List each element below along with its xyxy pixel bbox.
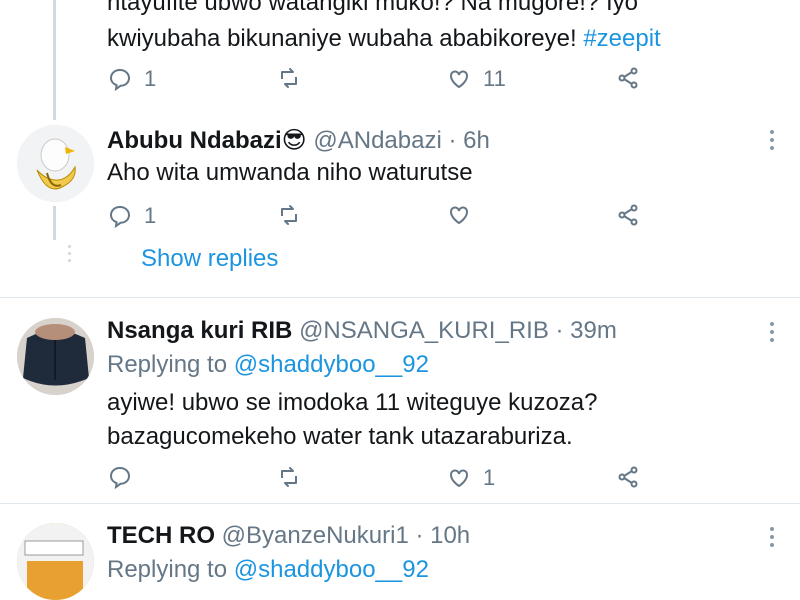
tweet-text: Aho wita umwanda niho waturutse	[107, 159, 473, 186]
share-icon	[618, 67, 638, 89]
like-count: 11	[483, 66, 506, 91]
tweet-divider	[0, 297, 800, 298]
tweet-text-line: ntayufite ubwo watangiki muko!? Na mugor…	[107, 0, 638, 16]
reply-icon	[109, 68, 131, 91]
retweet-icon	[281, 68, 297, 88]
retweet-icon	[281, 467, 297, 487]
avatar[interactable]	[17, 125, 94, 202]
thread-line-top	[53, 0, 56, 120]
tweet-header: TECH RO @ByanzeNukuri1 · 10h	[107, 519, 470, 553]
tweet-header: Abubu Ndabazi😎 @ANdabazi · 6h	[107, 124, 490, 158]
like-button[interactable]: 1	[447, 465, 495, 491]
tweet-text-line: kwiyubaha bikunaniye wubaha ababikoreye!…	[107, 22, 661, 56]
like-button[interactable]	[447, 203, 471, 227]
retweet-icon	[281, 205, 297, 225]
share-button[interactable]	[616, 66, 640, 90]
product-avatar-icon	[17, 523, 94, 600]
person-avatar-icon	[17, 318, 94, 395]
like-button[interactable]: 11	[447, 66, 506, 92]
emoji: 😎	[281, 127, 307, 154]
tweet-text-line: ayiwe! ubwo se imodoka 11 witeguye kuzoz…	[107, 389, 598, 416]
tweet-text: kwiyubaha bikunaniye wubaha ababikoreye!	[107, 25, 584, 52]
reply-button[interactable]	[108, 465, 132, 489]
show-replies-link[interactable]: Show replies	[141, 245, 278, 273]
share-icon	[618, 204, 638, 226]
tweet-header: Nsanga kuri RIB @NSANGA_KURI_RIB · 39m	[107, 314, 617, 348]
heart-icon	[450, 206, 468, 225]
author-name[interactable]: Abubu Ndabazi	[107, 127, 282, 154]
retweet-button[interactable]	[277, 203, 301, 227]
replying-label: Replying to	[107, 556, 234, 583]
reply-button[interactable]: 1	[108, 66, 156, 92]
retweet-button[interactable]	[277, 465, 301, 489]
more-options-button[interactable]	[770, 322, 776, 346]
more-options-button[interactable]	[770, 527, 776, 551]
heart-icon	[450, 70, 468, 89]
share-button[interactable]	[616, 203, 640, 227]
retweet-button[interactable]	[277, 66, 301, 90]
mention-link[interactable]: @shaddyboo__92	[234, 351, 429, 378]
author-handle[interactable]: @ByanzeNukuri1 · 10h	[222, 522, 470, 549]
thread-dots	[68, 245, 71, 266]
banana-duck-avatar-icon	[17, 125, 94, 202]
heart-icon	[450, 469, 468, 488]
thread-line-mid	[53, 206, 56, 240]
author-name[interactable]: Nsanga kuri RIB	[107, 317, 292, 344]
more-options-button[interactable]	[770, 130, 776, 154]
reply-button[interactable]: 1	[108, 203, 156, 229]
reply-count: 1	[144, 203, 157, 228]
reply-count: 1	[144, 66, 157, 91]
like-count: 1	[483, 465, 496, 490]
reply-icon	[109, 205, 131, 228]
share-button[interactable]	[616, 465, 640, 489]
author-handle[interactable]: @ANdabazi · 6h	[313, 127, 489, 154]
hashtag-link[interactable]: #zeepit	[583, 25, 660, 52]
author-name[interactable]: TECH RO	[107, 522, 215, 549]
replying-to: Replying to @shaddyboo__92	[107, 553, 429, 587]
tweet-divider	[0, 503, 800, 504]
reply-icon	[109, 466, 131, 489]
avatar[interactable]	[17, 523, 94, 600]
replying-label: Replying to	[107, 351, 234, 378]
avatar[interactable]	[17, 318, 94, 395]
share-icon	[618, 466, 638, 488]
author-handle[interactable]: @NSANGA_KURI_RIB · 39m	[299, 317, 617, 344]
mention-link[interactable]: @shaddyboo__92	[234, 556, 429, 583]
tweet-text-line: bazagucomekeho water tank utazaraburiza.	[107, 423, 573, 450]
replying-to: Replying to @shaddyboo__92	[107, 348, 429, 382]
